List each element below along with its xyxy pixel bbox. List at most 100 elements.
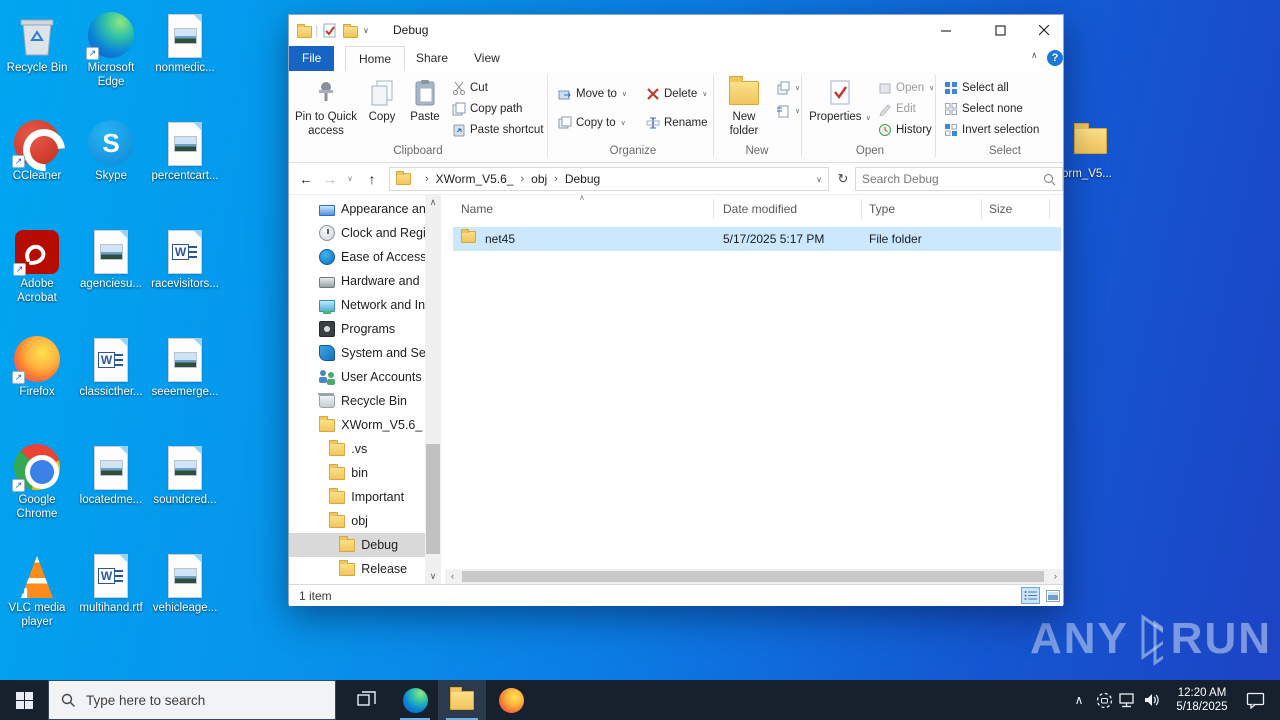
show-hidden-icons-button[interactable]: ∧ — [1068, 680, 1090, 720]
scrollbar-thumb[interactable] — [426, 444, 440, 554]
tab-file[interactable]: File — [289, 46, 335, 71]
tree-item-release[interactable]: Release — [289, 557, 425, 581]
easy-access-button[interactable]: ∨ — [775, 100, 800, 121]
pin-to-quick-access-button[interactable]: Pin to Quick access — [293, 75, 359, 138]
desktop-icon-recycle-bin[interactable]: Recycle Bin — [0, 8, 74, 75]
scroll-right-icon[interactable]: › — [1048, 569, 1063, 584]
tree-item-obj[interactable]: obj — [289, 509, 425, 533]
address-dropdown-icon[interactable]: ∨ — [816, 175, 822, 184]
recent-locations-dropdown-icon[interactable]: ∨ — [343, 163, 357, 195]
select-all-button[interactable]: Select all — [943, 77, 1009, 98]
tree-scrollbar[interactable]: ∧ ∨ — [425, 195, 441, 584]
title-bar[interactable]: | ∨ Debug — [289, 15, 1063, 46]
desktop-icon-percentcart[interactable]: percentcart... — [148, 116, 222, 183]
rename-button[interactable]: Rename — [645, 112, 707, 133]
up-button[interactable]: ↑ — [361, 163, 383, 195]
qat-newfolder-icon[interactable] — [343, 23, 358, 38]
tree-item-user-accounts[interactable]: User Accounts — [289, 365, 425, 389]
help-icon[interactable]: ? — [1047, 50, 1063, 66]
copy-to-button[interactable]: Copy to ∨ — [557, 112, 626, 133]
scroll-left-icon[interactable]: ‹ — [445, 569, 460, 584]
tab-share[interactable]: Share — [403, 46, 461, 71]
maximize-button[interactable] — [975, 16, 1025, 44]
column-header-size[interactable]: Size — [989, 196, 1012, 222]
horizontal-scrollbar[interactable]: ‹ › — [445, 569, 1063, 584]
tree-item-programs[interactable]: Programs — [289, 317, 425, 341]
column-divider[interactable] — [713, 199, 714, 219]
new-folder-button[interactable]: New folder — [717, 75, 771, 138]
desktop-icon-skype[interactable]: S Skype — [74, 116, 148, 183]
tab-view[interactable]: View — [461, 46, 513, 71]
tree-item-xworm[interactable]: XWorm_V5.6_ — [289, 413, 425, 437]
desktop-icon-multihand[interactable]: W multihand.rtf — [74, 548, 148, 615]
copy-button[interactable]: Copy — [361, 75, 403, 125]
desktop-icon-seeemerge[interactable]: seeemerge... — [148, 332, 222, 399]
desktop-icon-agenciesu[interactable]: agenciesu... — [74, 224, 148, 291]
qat-folder-icon[interactable] — [297, 23, 312, 38]
column-divider[interactable] — [1049, 199, 1050, 219]
column-divider[interactable] — [981, 199, 982, 219]
tree-item-clock[interactable]: Clock and Regi — [289, 221, 425, 245]
breadcrumb-item[interactable]: obj — [531, 172, 547, 186]
qat-properties-icon[interactable] — [323, 23, 336, 41]
start-button[interactable] — [0, 680, 48, 720]
cut-button[interactable]: Cut — [451, 77, 488, 98]
minimize-button[interactable] — [921, 16, 971, 44]
tree-item-network[interactable]: Network and In — [289, 293, 425, 317]
select-none-button[interactable]: Select none — [943, 98, 1023, 119]
tree-item-bin[interactable]: bin — [289, 461, 425, 485]
tree-item-important[interactable]: Important — [289, 485, 425, 509]
close-button[interactable] — [1025, 16, 1064, 44]
desktop-icon-vlc[interactable]: ↗ VLC media player — [0, 548, 74, 630]
forward-button[interactable]: → — [319, 163, 341, 195]
new-item-button[interactable]: ∨ — [775, 77, 800, 98]
search-input[interactable] — [862, 172, 1043, 186]
history-button[interactable]: History — [877, 119, 932, 140]
tray-network-icon[interactable] — [1116, 680, 1140, 720]
breadcrumb-item[interactable]: XWorm_V5.6_ — [436, 172, 514, 186]
desktop-icon-nonmedic[interactable]: nonmedic... — [148, 8, 222, 75]
desktop-icon-edge[interactable]: ↗ Microsoft Edge — [74, 8, 148, 90]
qat-dropdown-icon[interactable]: ∨ — [363, 26, 369, 35]
file-row-net45[interactable]: net45 5/17/2025 5:17 PM File folder — [453, 227, 1061, 251]
delete-button[interactable]: Delete ∨ — [645, 83, 707, 104]
desktop-icon-soundcred[interactable]: soundcred... — [148, 440, 222, 507]
task-view-button[interactable] — [344, 680, 390, 720]
tree-item-debug[interactable]: Debug — [289, 533, 425, 557]
paste-shortcut-button[interactable]: Paste shortcut — [451, 119, 544, 140]
taskbar-edge-button[interactable] — [392, 680, 438, 720]
thumbnails-view-button[interactable] — [1043, 587, 1062, 604]
column-header-type[interactable]: Type — [869, 196, 895, 222]
column-header-date-modified[interactable]: Date modified — [723, 196, 797, 222]
desktop-icon-racevisitors[interactable]: W racevisitors... — [148, 224, 222, 291]
open-button[interactable]: Open ∨ — [877, 77, 934, 98]
desktop-icon-xworm-folder[interactable] — [1074, 122, 1107, 154]
scrollbar-thumb[interactable] — [462, 571, 1044, 582]
desktop-icon-ccleaner[interactable]: ↗ CCleaner — [0, 116, 74, 183]
tree-item-system[interactable]: System and Se — [289, 341, 425, 365]
desktop-icon-chrome[interactable]: ↗ Google Chrome — [0, 440, 74, 522]
properties-button[interactable]: Properties ∨ — [809, 75, 871, 125]
tree-item-ease-of-access[interactable]: Ease of Access — [289, 245, 425, 269]
address-box[interactable]: › XWorm_V5.6_ › obj › Debug ∨ — [389, 167, 829, 191]
column-divider[interactable] — [861, 199, 862, 219]
move-to-button[interactable]: Move to ∨ — [557, 83, 627, 104]
search-box[interactable] — [855, 167, 1063, 191]
tray-volume-icon[interactable] — [1140, 680, 1164, 720]
tree-item-hardware[interactable]: Hardware and — [289, 269, 425, 293]
taskbar-clock[interactable]: 12:20 AM 5/18/2025 — [1168, 680, 1236, 720]
copy-path-button[interactable]: Copy path — [451, 98, 522, 119]
desktop-icon-acrobat[interactable]: ↗ Adobe Acrobat — [0, 224, 74, 306]
desktop-icon-firefox[interactable]: ↗ Firefox — [0, 332, 74, 399]
details-view-button[interactable] — [1021, 587, 1040, 604]
breadcrumb-item[interactable]: Debug — [565, 172, 600, 186]
back-button[interactable]: ← — [295, 163, 317, 195]
scroll-down-icon[interactable]: ∨ — [425, 569, 441, 584]
tab-home[interactable]: Home — [345, 46, 406, 71]
paste-button[interactable]: Paste — [403, 75, 447, 125]
desktop-icon-locatedme[interactable]: locatedme... — [74, 440, 148, 507]
collapse-ribbon-icon[interactable]: ∧ — [1031, 50, 1038, 61]
invert-selection-button[interactable]: Invert selection — [943, 119, 1039, 140]
tree-item-vs[interactable]: .vs — [289, 437, 425, 461]
taskbar-explorer-button[interactable] — [438, 680, 486, 720]
